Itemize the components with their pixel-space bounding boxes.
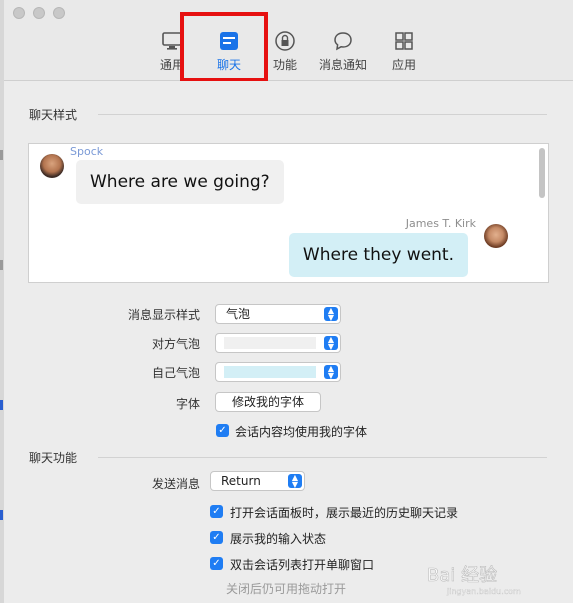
preferences-window: 通用 聊天 功能 消息通知 应用 聊天样式 Spock Where are we…: [4, 0, 573, 603]
tab-notifications[interactable]: 消息通知: [308, 30, 378, 74]
tab-apps-label: 应用: [391, 58, 416, 72]
other-bubble-swatch: [224, 337, 316, 349]
toolbar: 通用 聊天 功能 消息通知 应用: [4, 0, 573, 82]
edge-mark: [0, 400, 3, 410]
font-label: 字体: [175, 397, 200, 411]
own-bubble-label: 自己气泡: [151, 366, 200, 380]
own-bubble-color-select[interactable]: ▲ ▼: [215, 362, 341, 382]
incoming-sender-name: Spock: [70, 145, 104, 158]
display-style-select[interactable]: 气泡 ▲ ▼: [215, 304, 341, 324]
chat-style-title: 聊天样式: [29, 108, 78, 122]
outgoing-message-bubble: Where they went.: [288, 233, 468, 277]
display-style-label: 消息显示样式: [127, 308, 200, 322]
chat-preview: Spock Where are we going? James T. Kirk …: [28, 143, 549, 283]
watermark-text: Bai 经验: [427, 565, 497, 586]
edge-mark: [0, 510, 3, 520]
divider: [98, 114, 547, 115]
show-history-label: 打开会话面板时，展示最近的历史聊天记录: [230, 506, 459, 520]
chat-settings-pane: 聊天样式 Spock Where are we going? James T. …: [4, 81, 573, 603]
other-bubble-label: 对方气泡: [151, 337, 200, 351]
lock-icon: [275, 31, 295, 51]
annotation-highlight-box: [180, 12, 268, 82]
watermark-subtext: jingyan.baidu.com: [446, 587, 521, 596]
spock-avatar: [40, 154, 64, 178]
speech-bubble-icon: [334, 32, 352, 51]
baidu-watermark: Bai 经验 jingyan.baidu.com: [427, 565, 521, 596]
tab-apps[interactable]: 应用: [369, 30, 439, 74]
chevron-updown-icon: ▲ ▼: [324, 307, 338, 322]
other-bubble-color-select[interactable]: ▲ ▼: [215, 333, 341, 353]
chevron-updown-icon: ▲ ▼: [324, 365, 338, 380]
double-click-open-label: 双击会话列表打开单聊窗口: [230, 558, 375, 572]
tab-notifications-label: 消息通知: [318, 58, 367, 72]
close-window-button[interactable]: [13, 7, 25, 19]
show-history-checkbox[interactable]: ✓: [210, 505, 223, 518]
minimize-window-button[interactable]: [33, 7, 45, 19]
use-my-font-checkbox[interactable]: ✓: [216, 424, 229, 437]
chevron-updown-icon: ▲ ▼: [324, 336, 338, 351]
double-click-open-checkbox[interactable]: ✓: [210, 557, 223, 570]
drag-open-hint: 关闭后仍可用拖动打开: [226, 582, 347, 596]
chevron-updown-icon: ▲ ▼: [288, 474, 302, 489]
chat-features-title: 聊天功能: [29, 451, 78, 465]
show-typing-status-checkbox[interactable]: ✓: [210, 531, 223, 544]
show-typing-status-label: 展示我的输入状态: [230, 532, 327, 546]
use-my-font-label: 会话内容均使用我的字体: [235, 425, 368, 439]
kirk-avatar: [484, 224, 508, 248]
zoom-window-button[interactable]: [53, 7, 65, 19]
own-bubble-swatch: [224, 366, 316, 378]
edge-mark: [0, 260, 3, 270]
change-font-button[interactable]: 修改我的字体: [215, 392, 321, 412]
edge-mark: [0, 150, 3, 160]
send-key-select[interactable]: Return ▲ ▼: [210, 471, 305, 491]
send-key-value: Return: [221, 474, 261, 488]
grid-icon: [395, 32, 413, 50]
divider: [98, 457, 547, 458]
incoming-message-bubble: Where are we going?: [76, 160, 284, 204]
preview-scrollbar[interactable]: [539, 148, 545, 198]
display-style-value: 气泡: [226, 307, 251, 321]
outgoing-sender-name: James T. Kirk: [405, 217, 476, 230]
send-message-label: 发送消息: [151, 477, 200, 491]
